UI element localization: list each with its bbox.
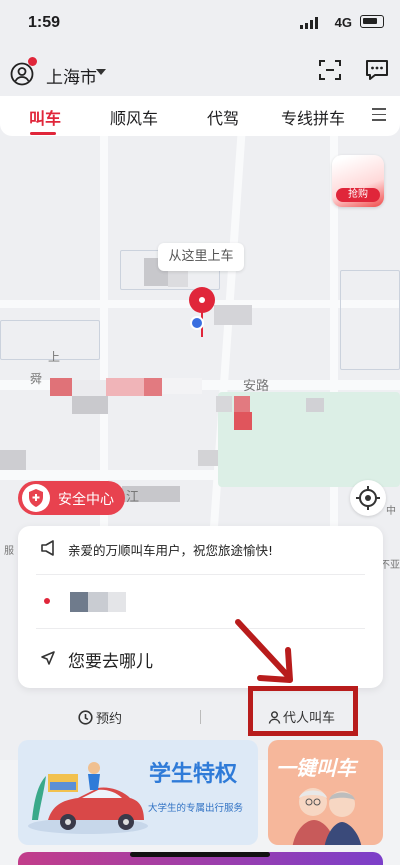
profile-button[interactable] xyxy=(10,57,37,86)
trip-card: 亲爱的万顺叫车用户，祝您旅途愉快! 您要去哪儿 xyxy=(18,526,383,688)
blur-block xyxy=(72,380,106,396)
tab-call-car[interactable]: 叫车 xyxy=(29,105,61,129)
map-label: 江 xyxy=(126,490,140,505)
map-label: 上 xyxy=(48,350,61,364)
safety-center-button[interactable]: 安全中心 xyxy=(18,481,125,515)
one-key-banner-title: 一键叫车 xyxy=(276,756,356,780)
map-label: 中 xyxy=(386,506,396,517)
app-header: 上海市 xyxy=(0,44,400,100)
origin-address-field[interactable] xyxy=(70,592,126,612)
one-key-call-banner[interactable]: 一键叫车 xyxy=(268,740,383,845)
map-label: 服 xyxy=(4,546,14,557)
pickup-pin-icon xyxy=(189,287,215,313)
blur-block xyxy=(234,396,250,412)
blur-block xyxy=(162,378,202,394)
scan-icon[interactable] xyxy=(318,58,342,82)
service-tabs: 叫车 顺风车 代驾 专线拼车 xyxy=(0,96,400,136)
promo-label[interactable]: 抢购 xyxy=(336,188,380,202)
student-privilege-banner[interactable]: 学生特权 大学生的专属出行服务 xyxy=(18,740,258,845)
student-banner-title: 学生特权 xyxy=(149,762,238,787)
annotation-highlight-box xyxy=(248,686,358,736)
blur-block xyxy=(216,396,232,412)
locate-me-button[interactable] xyxy=(350,480,386,516)
map-label: 不亚 xyxy=(380,560,400,571)
signal-icon xyxy=(300,17,318,29)
clock-icon xyxy=(78,710,93,725)
divider xyxy=(36,574,365,575)
navigation-arrow-icon xyxy=(41,651,55,665)
annotation-arrow-icon xyxy=(235,619,293,683)
blur-block xyxy=(106,378,144,396)
tab-hitch-ride[interactable]: 顺风车 xyxy=(110,105,158,129)
active-tab-indicator xyxy=(30,132,56,135)
tab-designated-driver[interactable]: 代驾 xyxy=(207,105,239,129)
blur-block xyxy=(144,378,162,396)
status-time: 1:59 xyxy=(28,14,61,31)
elderly-couple-illustration xyxy=(292,788,362,845)
blur-block xyxy=(234,412,252,430)
battery-icon xyxy=(360,15,384,28)
divider xyxy=(36,628,365,629)
map-label: 安路 xyxy=(243,379,270,394)
tab-carpool-line[interactable]: 专线拼车 xyxy=(281,105,345,129)
blur-block xyxy=(198,450,218,466)
reserve-button[interactable]: 预约 xyxy=(78,708,122,727)
map-label: 舜 xyxy=(30,372,43,386)
student-banner-subtitle: 大学生的专属出行服务 xyxy=(148,803,244,814)
student-car-illustration xyxy=(28,762,148,834)
options-separator xyxy=(200,710,201,724)
chevron-down-icon[interactable] xyxy=(96,69,106,75)
status-bar: 1:59 4G xyxy=(0,0,400,44)
map-building xyxy=(340,270,400,370)
blur-block xyxy=(306,398,324,412)
home-indicator xyxy=(130,852,270,857)
reserve-label: 预约 xyxy=(96,712,123,727)
message-icon[interactable] xyxy=(364,58,390,82)
notice-text: 亲爱的万顺叫车用户，祝您旅途愉快! xyxy=(68,543,274,558)
city-selector[interactable]: 上海市 xyxy=(46,63,97,88)
megaphone-icon xyxy=(41,540,54,556)
notification-dot xyxy=(28,57,37,66)
menu-icon[interactable] xyxy=(372,108,386,122)
map-road xyxy=(206,130,246,580)
destination-input[interactable]: 您要去哪儿 xyxy=(68,647,153,672)
current-location-icon xyxy=(190,316,204,330)
safety-center-label: 安全中心 xyxy=(58,492,114,508)
crosshair-icon xyxy=(356,486,380,510)
origin-dot-icon xyxy=(44,598,50,604)
shield-icon xyxy=(22,484,50,512)
blur-block xyxy=(50,378,72,396)
network-type: 4G xyxy=(334,15,352,30)
blur-block xyxy=(214,305,252,325)
pickup-hint-bubble: 从这里上车 xyxy=(158,243,244,271)
blur-block xyxy=(72,396,108,414)
blur-block xyxy=(0,450,26,470)
